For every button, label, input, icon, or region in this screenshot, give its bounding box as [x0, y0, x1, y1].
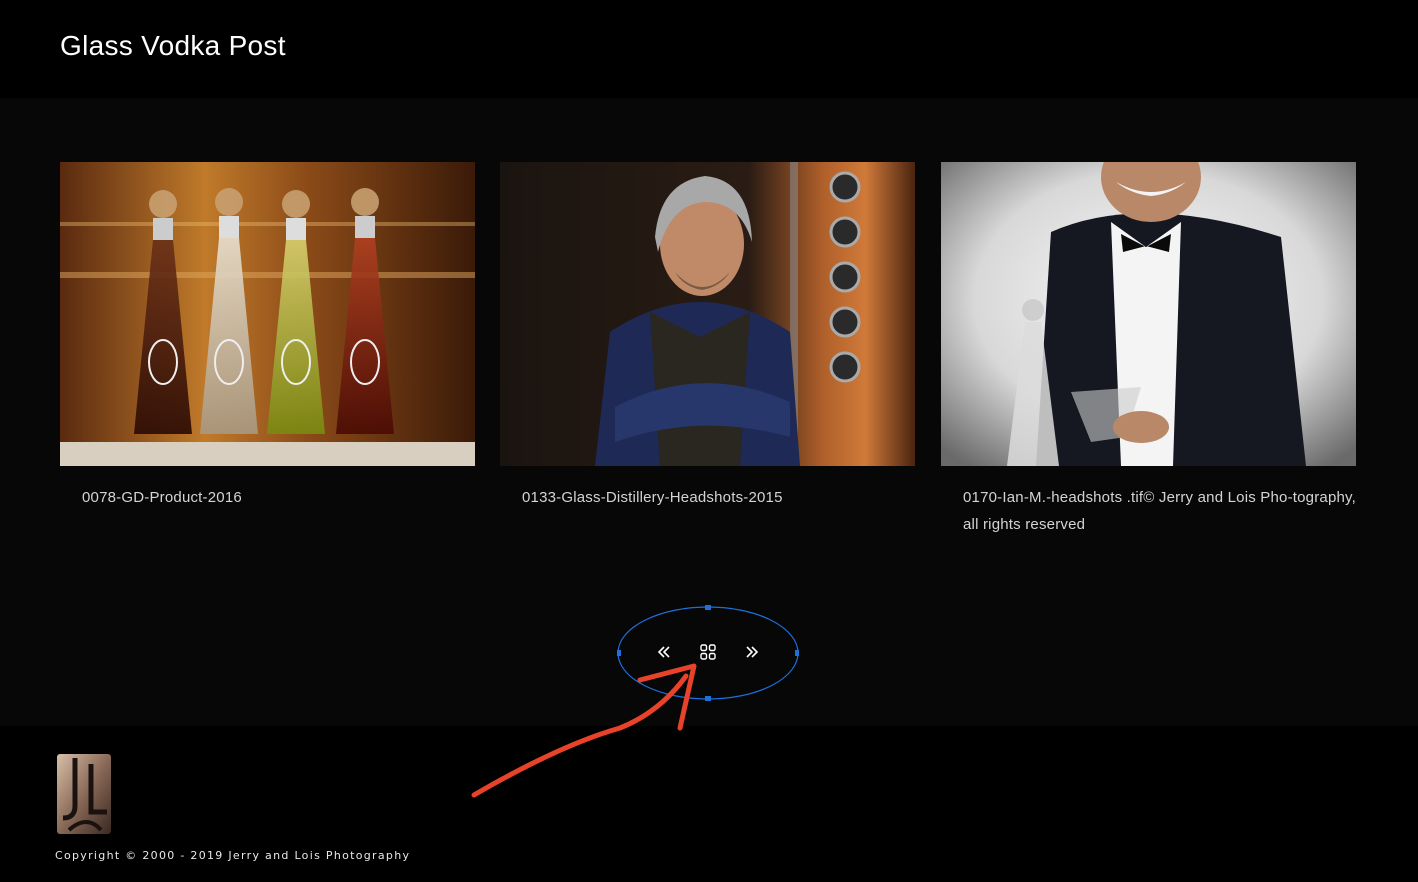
- prev-button[interactable]: [651, 639, 677, 665]
- gallery-item: 0078-GD-Product-2016: [60, 162, 475, 511]
- next-button[interactable]: [739, 639, 765, 665]
- copyright-text: Copyright © 2000 - 2019 Jerry and Lois P…: [55, 849, 411, 862]
- gallery-image-tuxedo[interactable]: [941, 162, 1356, 466]
- double-chevron-right-icon: [746, 646, 759, 658]
- gallery-image-bottles[interactable]: [60, 162, 475, 466]
- grid-view-button[interactable]: [695, 639, 721, 665]
- gallery-item: 0133-Glass-Distillery-Headshots-2015: [500, 162, 915, 511]
- gallery-image-headshot[interactable]: [500, 162, 915, 466]
- jl-logo[interactable]: [57, 754, 111, 834]
- page-title[interactable]: Glass Vodka Post: [60, 30, 286, 62]
- gallery-caption: 0133-Glass-Distillery-Headshots-2015: [522, 489, 783, 506]
- gallery-caption: 0078-GD-Product-2016: [82, 489, 242, 506]
- site-footer: Copyright © 2000 - 2019 Jerry and Lois P…: [0, 726, 1418, 882]
- double-chevron-left-icon: [657, 646, 670, 658]
- grid-icon: [700, 644, 716, 660]
- gallery-section: 0078-GD-Product-2016 0133-Glass-Distille…: [0, 98, 1418, 726]
- gallery-item: 0170-Ian-M.-headshots .tif© Jerry and Lo…: [941, 162, 1356, 538]
- gallery-pager: [617, 605, 799, 701]
- gallery-caption: 0170-Ian-M.-headshots .tif© Jerry and Lo…: [963, 489, 1357, 533]
- site-header: Glass Vodka Post: [0, 0, 1418, 98]
